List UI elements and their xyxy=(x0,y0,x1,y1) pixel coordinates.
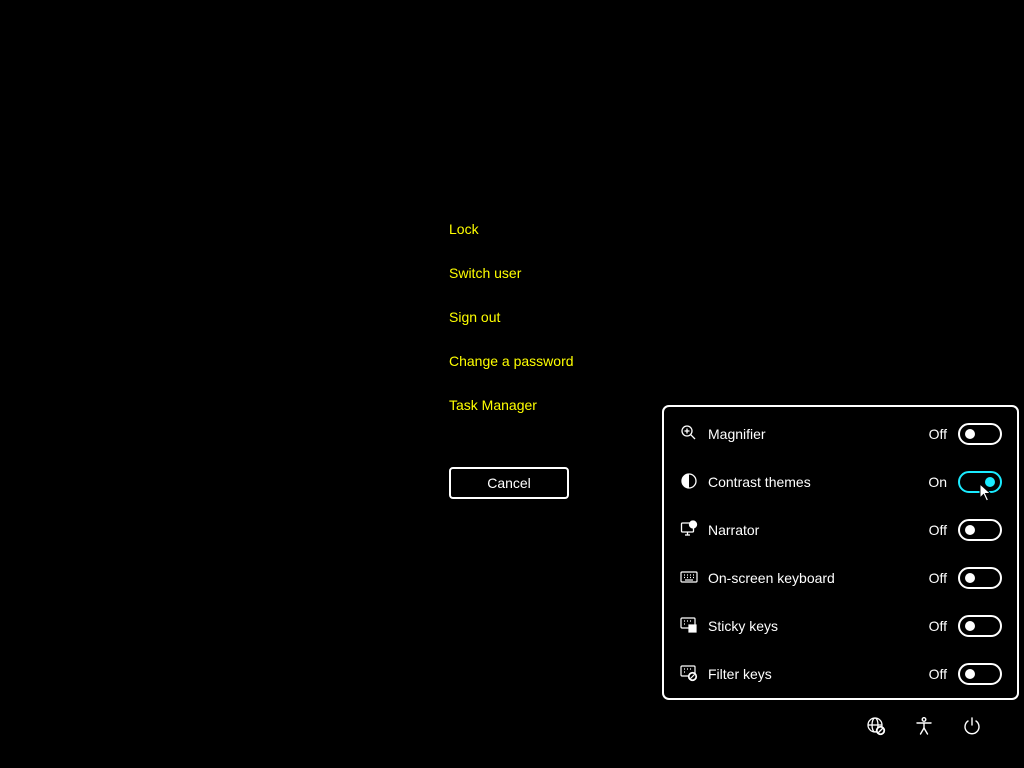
on-screen-keyboard-toggle[interactable] xyxy=(958,567,1002,589)
sign-out-link[interactable]: Sign out xyxy=(449,306,649,350)
on-screen-keyboard-row: On-screen keyboard Off xyxy=(664,554,1017,602)
filter-keys-icon xyxy=(680,664,698,682)
filter-keys-label: Filter keys xyxy=(708,666,772,682)
magnifier-toggle[interactable] xyxy=(958,423,1002,445)
magnifier-row: Magnifier Off xyxy=(664,410,1017,458)
filter-keys-toggle[interactable] xyxy=(958,663,1002,685)
magnifier-icon xyxy=(680,424,698,442)
lock-link[interactable]: Lock xyxy=(449,218,649,262)
sticky-keys-row: Sticky keys Off xyxy=(664,602,1017,650)
sticky-keys-state: Off xyxy=(928,618,947,634)
contrast-icon xyxy=(680,472,698,490)
accessibility-panel: Magnifier Off Contrast themes On Narrato… xyxy=(662,405,1019,700)
switch-user-link[interactable]: Switch user xyxy=(449,262,649,306)
magnifier-state: Off xyxy=(928,426,947,442)
network-icon[interactable] xyxy=(866,716,888,738)
mouse-pointer-icon xyxy=(979,482,993,503)
narrator-state: Off xyxy=(928,522,947,538)
contrast-themes-label: Contrast themes xyxy=(708,474,811,490)
change-password-link[interactable]: Change a password xyxy=(449,350,649,394)
power-icon[interactable] xyxy=(962,716,984,738)
task-manager-link[interactable]: Task Manager xyxy=(449,394,649,438)
sticky-keys-label: Sticky keys xyxy=(708,618,779,634)
keyboard-icon xyxy=(680,568,698,586)
contrast-themes-row: Contrast themes On xyxy=(664,458,1017,506)
magnifier-label: Magnifier xyxy=(708,426,766,442)
filter-keys-row: Filter keys Off xyxy=(664,650,1017,698)
sticky-keys-toggle[interactable] xyxy=(958,615,1002,637)
narrator-row: Narrator Off xyxy=(664,506,1017,554)
narrator-icon xyxy=(680,520,698,538)
accessibility-icon[interactable] xyxy=(914,716,936,738)
options-menu: Lock Switch user Sign out Change a passw… xyxy=(449,218,649,438)
filter-keys-state: Off xyxy=(928,666,947,682)
on-screen-keyboard-label: On-screen keyboard xyxy=(708,570,835,586)
on-screen-keyboard-state: Off xyxy=(928,570,947,586)
cancel-button[interactable]: Cancel xyxy=(449,467,569,499)
sticky-keys-icon xyxy=(680,616,698,634)
narrator-label: Narrator xyxy=(708,522,760,538)
contrast-themes-state: On xyxy=(928,474,947,490)
narrator-toggle[interactable] xyxy=(958,519,1002,541)
